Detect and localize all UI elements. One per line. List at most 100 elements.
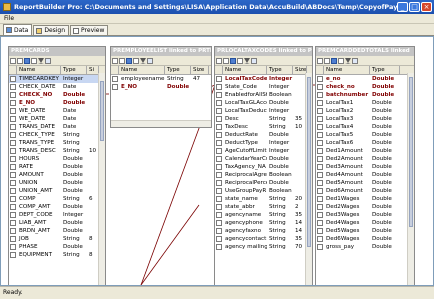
field-checkbox[interactable] — [317, 156, 323, 162]
field-row[interactable]: agencyphone String 14 — [215, 219, 312, 227]
field-row[interactable]: TRANS_DESC String 10 — [9, 147, 105, 155]
field-row[interactable]: COMP String 6 — [9, 195, 105, 203]
field-row[interactable]: CHECK_DATE Date — [9, 83, 105, 91]
field-checkbox[interactable] — [216, 228, 222, 234]
field-row[interactable]: Desc String 35 — [215, 115, 312, 123]
field-row[interactable]: LocalTaxCode Integer — [215, 75, 312, 83]
scroll-thumb[interactable] — [100, 81, 104, 141]
field-row[interactable]: employeename String 47 — [111, 75, 211, 83]
field-checkbox[interactable] — [216, 156, 222, 162]
select-all-icon[interactable] — [216, 57, 222, 64]
field-row[interactable]: gross_pay Double — [316, 243, 414, 251]
field-checkbox[interactable] — [216, 92, 222, 98]
field-checkbox[interactable] — [216, 204, 222, 210]
field-checkbox[interactable] — [317, 116, 323, 122]
field-row[interactable]: LocalTax4 Double — [316, 123, 414, 131]
field-checkbox[interactable] — [216, 164, 222, 170]
table-icon[interactable] — [331, 57, 337, 64]
filter-icon[interactable] — [140, 57, 146, 64]
field-row[interactable]: Ded1Amount Double — [316, 147, 414, 155]
field-checkbox[interactable] — [216, 196, 222, 202]
field-row[interactable]: EQUIPMENT String 8 — [9, 251, 105, 259]
field-row[interactable]: LocalTaxGLAcco Double — [215, 99, 312, 107]
field-checkbox[interactable] — [317, 180, 323, 186]
scroll-thumb[interactable] — [307, 77, 311, 247]
field-checkbox[interactable] — [317, 164, 323, 170]
data-workspace[interactable]: PREMCARDS Name Type Si TIMECARDKEY Intege… — [0, 36, 434, 286]
field-row[interactable]: agency mailing aString70 — [215, 243, 312, 251]
field-row[interactable]: Ded2Amount Double — [316, 155, 414, 163]
field-row[interactable]: LocalTax1 Double — [316, 99, 414, 107]
field-checkbox[interactable] — [317, 76, 323, 82]
field-checkbox[interactable] — [112, 76, 118, 82]
table-icon[interactable] — [24, 57, 30, 64]
field-row[interactable]: E_NO Double — [111, 83, 211, 91]
field-checkbox[interactable] — [10, 84, 16, 90]
field-checkbox[interactable] — [317, 108, 323, 114]
table-panel-premcards[interactable]: PREMCARDS Name Type Si TIMECARDKEY Intege… — [8, 46, 106, 285]
field-checkbox[interactable] — [216, 148, 222, 154]
grid-icon[interactable] — [352, 57, 358, 64]
field-row[interactable]: Ded4Amount Double — [316, 171, 414, 179]
field-row[interactable]: Ded2Wages Double — [316, 203, 414, 211]
field-checkbox[interactable] — [317, 212, 323, 218]
field-row[interactable]: TIMECARDKEY Integer — [9, 75, 105, 83]
field-row[interactable]: COMP_AMT Double — [9, 203, 105, 211]
select-all-icon[interactable] — [112, 57, 118, 64]
field-row[interactable]: E_NO Double — [9, 99, 105, 107]
table-icon[interactable] — [230, 57, 236, 64]
field-row[interactable]: UseGroupPayR Boolean — [215, 187, 312, 195]
field-row[interactable]: UNION Double — [9, 179, 105, 187]
field-row[interactable]: DeductType Integer — [215, 139, 312, 147]
field-row[interactable]: check_no Double — [316, 83, 414, 91]
field-row[interactable]: DEPT_CODE Integer — [9, 211, 105, 219]
field-checkbox[interactable] — [317, 244, 323, 250]
field-checkbox[interactable] — [10, 92, 16, 98]
field-checkbox[interactable] — [10, 252, 16, 258]
sort-icon[interactable] — [133, 57, 139, 64]
field-checkbox[interactable] — [317, 220, 323, 226]
field-checkbox[interactable] — [10, 204, 16, 210]
field-row[interactable]: Ded5Amount Double — [316, 179, 414, 187]
field-row[interactable]: Ded3Wages Double — [316, 211, 414, 219]
field-checkbox[interactable] — [10, 172, 16, 178]
menu-file[interactable]: File — [0, 14, 18, 24]
field-row[interactable]: Ded3Amount Double — [316, 163, 414, 171]
field-row[interactable]: TRANS_DATE Date — [9, 123, 105, 131]
field-row[interactable]: e_no Double — [316, 75, 414, 83]
field-row[interactable]: BRDN_AMT Double — [9, 227, 105, 235]
field-row[interactable]: TRANS_TYPE String — [9, 139, 105, 147]
filter-icon[interactable] — [38, 57, 44, 64]
field-row[interactable]: CalendarYearCut Double — [215, 155, 312, 163]
tab-preview[interactable]: Preview — [70, 25, 109, 35]
field-row[interactable]: WE_DATE Date — [9, 115, 105, 123]
field-row[interactable]: AgeCutoffLimit Integer — [215, 147, 312, 155]
field-row[interactable]: agencyfaxno String 14 — [215, 227, 312, 235]
field-checkbox[interactable] — [10, 116, 16, 122]
field-row[interactable]: JOB String 8 — [9, 235, 105, 243]
field-row[interactable]: LocalTax5 Double — [316, 131, 414, 139]
field-checkbox[interactable] — [317, 228, 323, 234]
field-checkbox[interactable] — [216, 116, 222, 122]
field-row[interactable]: UNION_AMT Double — [9, 187, 105, 195]
field-row[interactable]: RATE Double — [9, 163, 105, 171]
field-row[interactable]: CHECK_TYPE String — [9, 131, 105, 139]
field-checkbox[interactable] — [216, 244, 222, 250]
field-row[interactable]: AMOUNT Double — [9, 171, 105, 179]
field-checkbox[interactable] — [216, 100, 222, 106]
select-none-icon[interactable] — [17, 57, 23, 64]
field-checkbox[interactable] — [10, 156, 16, 162]
field-checkbox[interactable] — [317, 204, 323, 210]
vertical-scrollbar[interactable] — [407, 73, 414, 285]
field-row[interactable]: DeductRate Double — [215, 131, 312, 139]
field-checkbox[interactable] — [10, 212, 16, 218]
field-checkbox[interactable] — [216, 172, 222, 178]
field-row[interactable]: agencycontact String 35 — [215, 235, 312, 243]
field-checkbox[interactable] — [10, 196, 16, 202]
field-row[interactable]: ReciprocalAgree Boolean — [215, 171, 312, 179]
field-checkbox[interactable] — [216, 220, 222, 226]
minimize-button[interactable]: _ — [397, 2, 408, 12]
sort-icon[interactable] — [237, 57, 243, 64]
field-checkbox[interactable] — [216, 132, 222, 138]
field-row[interactable]: TaxAgency_NA Double — [215, 163, 312, 171]
